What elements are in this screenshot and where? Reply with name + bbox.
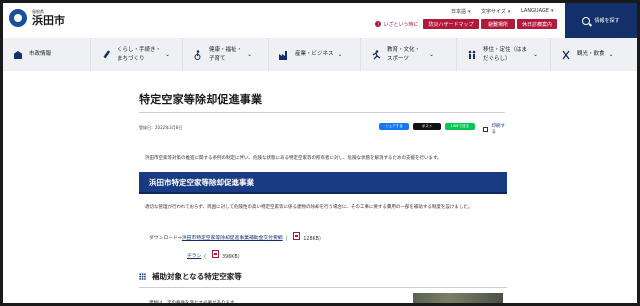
hazard-map-button[interactable]: 防災ハザードマップ (423, 19, 479, 29)
print-label: 印刷する (491, 124, 505, 135)
flyer-pdf-link[interactable]: チラシ (187, 252, 201, 259)
emergency-label: いざという時に (383, 21, 419, 28)
chevron-down-icon: ⌄ (608, 51, 614, 58)
pdf-icon (293, 232, 301, 240)
city-emblem-icon (9, 9, 27, 27)
guideline-pdf-link[interactable]: 浜田市特定空家等除却促進事業補助金交付要綱 (182, 234, 283, 241)
nav-label: 市政情報 (29, 51, 52, 58)
pdf-icon (212, 250, 220, 258)
runner-icon (372, 49, 381, 59)
subsection-title: 補助対象となる特定空家等 (152, 272, 242, 281)
nav-item-industry[interactable]: 産業・ビジネス ⌄ (269, 38, 361, 71)
site-logo[interactable]: 島根県 浜田市 (9, 9, 65, 27)
search-label: 情報を探す (594, 18, 620, 24)
section-heading: 浜田市特定空家等除却促進事業 (139, 172, 507, 194)
chevron-down-icon: ⌄ (337, 51, 343, 58)
font-size-menu[interactable]: 文字サイズ ▾ (481, 8, 511, 16)
subsection-divider (139, 287, 507, 288)
print-button[interactable]: 印刷する (483, 123, 507, 135)
chevron-down-icon: ▾ (507, 8, 511, 15)
family-icon (468, 50, 476, 59)
site-header: 島根県 浜田市 日本語 ▾ 文字サイズ ▾ LANGUAGE ▾ ! いざという時に 防… (3, 3, 637, 38)
dot-grid-icon (139, 273, 146, 280)
chevron-down-icon: ▾ (468, 8, 471, 15)
download-row: ダウンロード⇒ 浜田市特定空家等除却促進事業補助金交付要綱 （128KB） (149, 232, 324, 242)
chevron-down-icon: ⌄ (429, 51, 435, 58)
chevron-down-icon: ⌄ (533, 51, 539, 58)
search-icon (582, 16, 591, 25)
page-title: 特定空家等除却促進事業 (139, 93, 263, 106)
line-share-button[interactable]: LINEで送る (445, 123, 475, 130)
shelter-button[interactable]: 避難場所 (481, 19, 515, 29)
subsection-heading: 補助対象となる特定空家等 (139, 271, 242, 282)
language-menu[interactable]: LANGUAGE ▾ (521, 8, 553, 14)
intro-text: 浜田市空家等対策の推進に関する条例の制定に伴い、危険な状態にある特定空家等の所有… (145, 156, 442, 161)
nav-label: くらし・手続き・まちづくり (117, 47, 162, 62)
nav-label: 移住・定住（はまだぐらし） (483, 47, 528, 62)
registration-date: 登録日：2022年3月8日 (139, 125, 183, 130)
nav-item-health[interactable]: 健康・福祉・子育て ⌄ (183, 38, 269, 71)
requirements-text: 建物は、次の要件を満たす必要があります。 (149, 301, 239, 306)
wheelchair-icon (194, 49, 201, 60)
main-content: 特定空家等除却促進事業 登録日：2022年3月8日 シェアする ポスト LINE… (139, 71, 507, 306)
nav-label: 教育・文化・スポーツ (387, 47, 421, 62)
global-nav: 市政情報 くらし・手続き・まちづくり ⌄ 健康・福祉・子育て ⌄ 産業・ビジネス ⌄ … (3, 38, 637, 71)
nav-item-living[interactable]: くらし・手続き・まちづくり ⌄ (91, 38, 183, 71)
nav-label: 健康・福祉・子育て (209, 47, 243, 62)
flyer-pdf-size: 396KB (222, 255, 238, 260)
factory-icon (279, 50, 287, 60)
building-photo (413, 293, 503, 303)
x-post-button[interactable]: ポスト (413, 123, 441, 130)
nav-item-tourism[interactable]: 観光・飲食 ⌄ (551, 38, 637, 71)
nav-label: 産業・ビジネス (295, 51, 334, 58)
language-jp-label: 日本語 (451, 9, 467, 15)
nav-item-migration[interactable]: 移住・定住（はまだぐらし） ⌄ (457, 38, 551, 71)
language-jp-menu[interactable]: 日本語 ▾ (451, 8, 471, 16)
browser-frame: 島根県 浜田市 日本語 ▾ 文字サイズ ▾ LANGUAGE ▾ ! いざという時に 防… (0, 0, 640, 306)
holiday-clinic-button[interactable]: 休日診療案内 (517, 19, 557, 29)
city-hall-icon (13, 50, 23, 59)
language-label: LANGUAGE (521, 8, 549, 14)
font-size-label: 文字サイズ (481, 9, 506, 15)
facebook-share-button[interactable]: シェアする (379, 123, 409, 130)
logo-text: 島根県 浜田市 (32, 10, 65, 27)
alert-icon: ! (375, 21, 382, 27)
download-prefix: ダウンロード⇒ (149, 235, 182, 241)
nav-item-education[interactable]: 教育・文化・スポーツ ⌄ (361, 38, 457, 71)
chevron-down-icon: ▾ (550, 8, 554, 14)
printer-icon (483, 126, 489, 132)
logo-city-name: 浜田市 (32, 14, 65, 27)
emergency-link[interactable]: ! いざという時に (373, 19, 421, 29)
chevron-down-icon: ⌄ (247, 51, 253, 58)
section-body-text: 適切な管理が行われておらず、周囲に対して危険性の高い特定空家等に係る建物の除却を… (145, 205, 473, 210)
nav-label: 観光・飲食 (577, 51, 605, 58)
utensils-icon (562, 50, 570, 59)
nav-item-city-info[interactable]: 市政情報 (3, 38, 91, 71)
chevron-down-icon: ⌄ (165, 51, 171, 58)
guideline-pdf-size: 128KB (303, 237, 319, 242)
flyer-size-label: （396KB） (201, 250, 243, 260)
search-button[interactable]: 情報を探す (565, 3, 637, 38)
pen-icon (103, 49, 111, 58)
title-divider (139, 112, 505, 113)
download-size-label: （128KB） (283, 232, 324, 242)
flyer-row: チラシ （396KB） (187, 250, 243, 260)
